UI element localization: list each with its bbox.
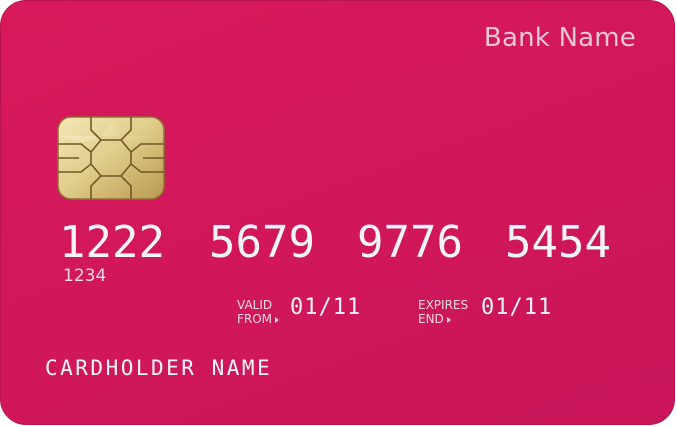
- svg-text:1222: 1222: [59, 221, 165, 261]
- cardholder-name: CARDHOLDER NAME: [45, 356, 273, 380]
- valid-from-label: VALID FROM: [237, 298, 280, 326]
- svg-text:9776: 9776: [357, 221, 463, 261]
- triangle-right-icon: [275, 316, 280, 323]
- card-number-group-3: 9776: [357, 221, 463, 261]
- card-number-group-4: 5454: [505, 221, 611, 261]
- credit-card: Bank Name 1222 5679 9776 5454 1234 VALID…: [0, 0, 675, 425]
- emv-chip-icon: [57, 116, 165, 200]
- card-number: 1222 5679 9776 5454: [59, 221, 629, 261]
- card-number-group-2: 5679: [209, 221, 315, 261]
- valid-from-date: 01/11: [290, 295, 362, 320]
- bank-name: Bank Name: [483, 23, 636, 53]
- card-number-short: 1234: [63, 266, 107, 286]
- svg-text:5679: 5679: [209, 221, 315, 261]
- card-number-group-1: 1222: [59, 221, 165, 261]
- triangle-right-icon: [446, 316, 451, 323]
- svg-text:5454: 5454: [505, 221, 611, 261]
- expires-end-label: EXPIRES END: [418, 298, 469, 326]
- expires-end-date: 01/11: [481, 295, 553, 320]
